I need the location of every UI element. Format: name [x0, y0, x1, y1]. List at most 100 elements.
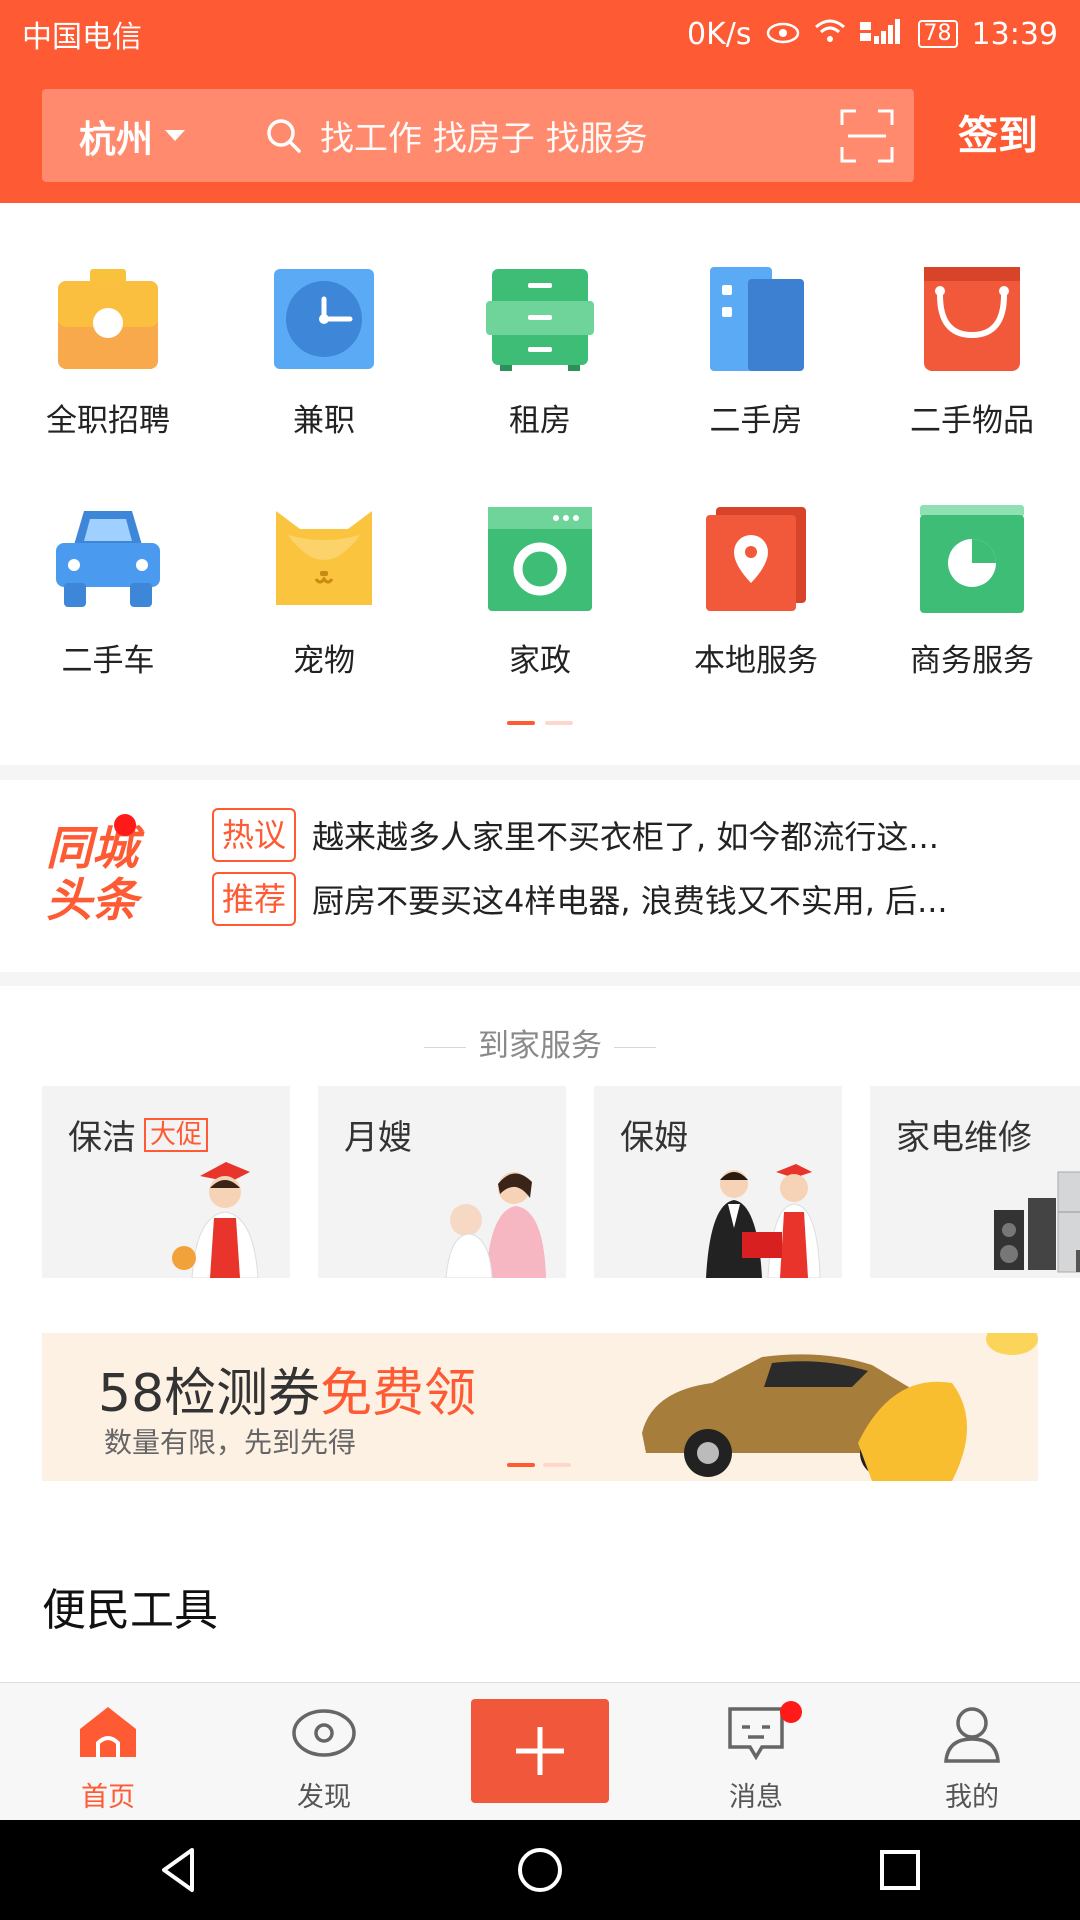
section-title: 到家服务: [0, 1020, 1080, 1065]
category-label: 家政: [509, 643, 571, 679]
banner-title: 58检测券免费领: [98, 1351, 476, 1426]
tab-label: 首页: [81, 1782, 135, 1813]
service-card-title: 保洁 大促: [68, 1110, 209, 1159]
promo-badge: 大促: [144, 1117, 209, 1152]
service-label: 保洁: [68, 1118, 136, 1158]
category-label: 二手房: [709, 403, 803, 439]
service-card-cleaning[interactable]: 保洁 大促: [42, 1086, 290, 1278]
category-pager: [0, 721, 1080, 725]
tab-messages[interactable]: 消息: [648, 1683, 864, 1821]
shopping-bag-icon: [924, 267, 1020, 371]
category-housekeeping[interactable]: 家政: [432, 505, 648, 680]
recent-apps-icon[interactable]: [870, 1840, 930, 1900]
category-label: 宠物: [293, 643, 355, 679]
service-card-nanny[interactable]: 保姆: [594, 1086, 842, 1278]
city-selector[interactable]: 杭州: [42, 109, 222, 163]
user-icon: [944, 1707, 1000, 1763]
promo-banner[interactable]: 58检测券免费领 数量有限，先到先得: [42, 1333, 1038, 1481]
system-navigation-bar: [0, 1820, 1080, 1920]
service-card-title: 保姆: [620, 1110, 688, 1159]
city-headlines: 同城 头条 热议 越来越多人家里不买衣柜了, 如今都流行这... 推荐 厨房不要…: [0, 780, 1080, 972]
plus-icon: [516, 1727, 564, 1775]
tab-label: 发现: [297, 1782, 351, 1813]
eye-icon: [292, 1709, 356, 1757]
back-icon[interactable]: [150, 1840, 210, 1900]
section-title-text: 到家服务: [478, 1028, 602, 1064]
service-label: 家电维修: [896, 1118, 1032, 1158]
service-card-title: 家电维修: [896, 1110, 1032, 1159]
banner-title-highlight: 免费领: [320, 1364, 477, 1424]
category-fulltime-jobs[interactable]: 全职招聘: [0, 265, 216, 440]
category-label: 租房: [509, 403, 571, 439]
status-indicators: 0K/s 78 13:39: [687, 17, 1058, 52]
service-label: 月嫂: [344, 1118, 412, 1158]
network-speed: 0K/s: [687, 16, 752, 52]
category-second-hand-goods[interactable]: 二手物品: [864, 265, 1080, 440]
tab-home[interactable]: 首页: [0, 1683, 216, 1821]
washing-machine-icon: [488, 507, 592, 611]
category-label: 兼职: [293, 403, 355, 439]
category-pets[interactable]: 宠物: [216, 505, 432, 680]
scan-icon[interactable]: [840, 109, 894, 163]
signal-icon: [859, 17, 904, 52]
news-tag: 推荐: [212, 872, 297, 926]
pie-chart-icon: [920, 505, 1024, 613]
car-coupon-illustration: [642, 1333, 1038, 1481]
category-row-2: 二手车 宠物 家政 本地服务 商务服务: [0, 505, 1080, 680]
pager-dot-active: [507, 1463, 535, 1467]
news-title: 越来越多人家里不买衣柜了, 如今都流行这...: [312, 818, 939, 856]
service-cards: 保洁 大促 月嫂 保姆 家电维修: [42, 1086, 1080, 1278]
category-local-services[interactable]: 本地服务: [648, 505, 864, 680]
banner-pager: [507, 1463, 571, 1467]
home-circle-icon[interactable]: [510, 1840, 570, 1900]
signin-button[interactable]: 签到: [958, 103, 1038, 161]
service-card-appliance-repair[interactable]: 家电维修: [870, 1086, 1080, 1278]
battery-indicator: 78: [917, 20, 958, 48]
cabinet-icon: [486, 269, 594, 371]
car-icon: [56, 511, 160, 607]
nanny-illustration: [706, 1164, 821, 1278]
pager-dot-active: [507, 721, 535, 725]
divider: [424, 1047, 466, 1048]
tab-discover[interactable]: 发现: [216, 1683, 432, 1821]
city-label: 杭州: [79, 117, 153, 161]
news-item[interactable]: 热议 越来越多人家里不买衣柜了, 如今都流行这...: [212, 808, 1052, 862]
wifi-icon: [814, 17, 846, 52]
category-part-time[interactable]: 兼职: [216, 265, 432, 440]
banner-subtitle: 数量有限，先到先得: [104, 1426, 357, 1459]
publish-button[interactable]: [471, 1699, 609, 1803]
tab-profile[interactable]: 我的: [864, 1683, 1080, 1821]
category-label: 二手物品: [910, 403, 1034, 439]
category-rent[interactable]: 租房: [432, 265, 648, 440]
category-row-1: 全职招聘 兼职 租房 二手房 二手物品: [0, 265, 1080, 440]
cat-icon: [276, 511, 372, 605]
eye-icon: [766, 17, 800, 52]
search-input[interactable]: 找工作 找房子 找服务: [222, 111, 840, 160]
tab-label: 消息: [729, 1782, 783, 1813]
nanny-baby-illustration: [445, 1172, 546, 1278]
category-grid: 全职招聘 兼职 租房 二手房 二手物品 二手车 宠物 家政 本地服务 商务服务: [0, 203, 1080, 765]
appliances-illustration: [994, 1171, 1080, 1273]
top-header: 杭州 找工作 找房子 找服务 签到: [0, 68, 1080, 203]
clock: 13:39: [971, 16, 1058, 52]
status-bar: 中国电信 0K/s 78 13:39: [0, 0, 1080, 68]
service-card-title: 月嫂: [344, 1110, 412, 1159]
category-label: 本地服务: [694, 643, 818, 679]
search-placeholder: 找工作 找房子 找服务: [320, 119, 648, 159]
headline-logo: 同城 头条: [46, 822, 176, 932]
briefcase-icon: [58, 269, 158, 369]
tab-publish[interactable]: [432, 1683, 648, 1821]
pager-dot: [543, 1463, 571, 1467]
news-tag: 热议: [212, 808, 297, 862]
service-card-maternity-nurse[interactable]: 月嫂: [318, 1086, 566, 1278]
home-icon: [80, 1707, 136, 1757]
unread-badge: [780, 1701, 802, 1723]
category-business-services[interactable]: 商务服务: [864, 505, 1080, 680]
service-label: 保姆: [620, 1118, 688, 1158]
search-icon: [267, 118, 301, 153]
search-bar[interactable]: 杭州 找工作 找房子 找服务: [42, 89, 914, 182]
category-second-hand-house[interactable]: 二手房: [648, 265, 864, 440]
news-item[interactable]: 推荐 厨房不要买这4样电器, 浪费钱又不实用, 后...: [212, 872, 1052, 926]
news-title: 厨房不要买这4样电器, 浪费钱又不实用, 后...: [312, 882, 948, 920]
category-used-car[interactable]: 二手车: [0, 505, 216, 680]
